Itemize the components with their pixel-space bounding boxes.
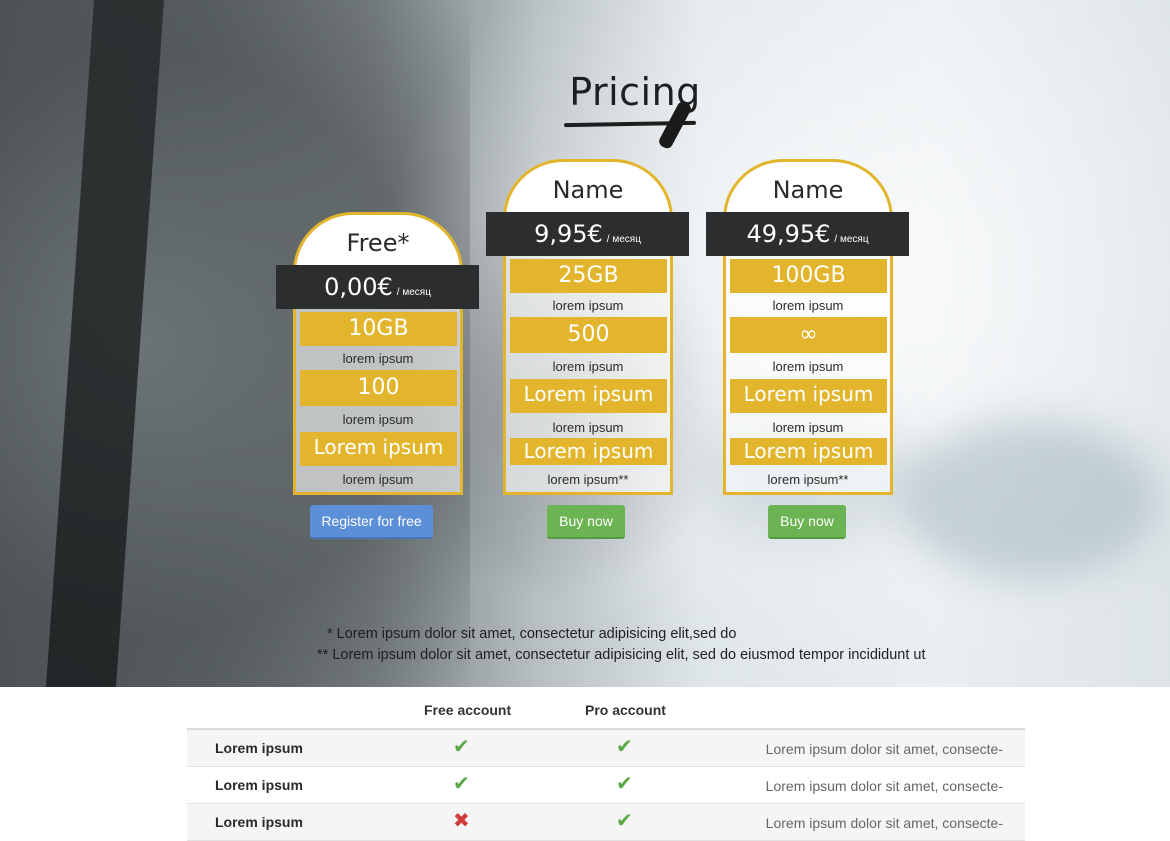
plan-period: / месяц bbox=[396, 287, 431, 298]
plan-price-bar: 0,00€ / месяц bbox=[276, 265, 479, 309]
check-icon: ✔ bbox=[616, 736, 633, 758]
register-button[interactable]: Register for free bbox=[310, 505, 433, 539]
plan-feature-value: ∞ bbox=[730, 317, 887, 353]
plan-feature-label: lorem ipsum bbox=[552, 420, 624, 435]
plan-feature-label: lorem ipsum bbox=[772, 298, 844, 313]
plan-price-bar: 49,95€ / месяц bbox=[706, 212, 909, 256]
footnotes: * Lorem ipsum dolor sit amet, consectetu… bbox=[317, 624, 926, 666]
plan-card-free: Free* 0,00€ / месяц 10GB lorem ipsum 100 … bbox=[276, 212, 479, 495]
row-label: Lorem ipsum bbox=[215, 814, 303, 830]
plan-feature-value: 25GB bbox=[510, 259, 667, 293]
plan-price: 0,00€ bbox=[324, 273, 393, 301]
footnote: ** Lorem ipsum dolor sit amet, consectet… bbox=[317, 647, 926, 663]
plan-feature-value: Lorem ipsum bbox=[300, 432, 457, 466]
table-row: Lorem ipsum ✖ ✔ Lorem ipsum dolor sit am… bbox=[187, 804, 1025, 841]
plan-feature-label: lorem ipsum** bbox=[547, 472, 629, 487]
plan-price: 49,95€ bbox=[746, 220, 831, 248]
plan-name: Name bbox=[772, 176, 844, 204]
column-header-free: Free account bbox=[424, 702, 512, 718]
row-description: Lorem ipsum dolor sit amet, consecte- bbox=[765, 815, 1003, 831]
plan-feature-value: 500 bbox=[510, 317, 667, 353]
table-row: Lorem ipsum ✔ ✔ Lorem ipsum dolor sit am… bbox=[187, 767, 1025, 804]
plan-feature-label: lorem ipsum bbox=[772, 359, 844, 374]
plan-period: / месяц bbox=[834, 234, 869, 245]
row-description: Lorem ipsum dolor sit amet, consecte- bbox=[765, 741, 1003, 757]
check-icon: ✔ bbox=[616, 773, 633, 795]
cross-icon: ✖ bbox=[453, 810, 470, 832]
plan-feature-value: 10GB bbox=[300, 312, 457, 346]
plan-feature-label: lorem ipsum bbox=[342, 412, 414, 427]
plan-feature-value: Lorem ipsum bbox=[730, 438, 887, 465]
plan-feature-value: Lorem ipsum bbox=[510, 438, 667, 465]
check-icon: ✔ bbox=[616, 810, 633, 832]
plan-feature-value: Lorem ipsum bbox=[510, 379, 667, 413]
plan-feature-label: lorem ipsum bbox=[772, 420, 844, 435]
plan-feature-label: lorem ipsum** bbox=[767, 472, 849, 487]
plan-feature-label: lorem ipsum bbox=[342, 472, 414, 487]
plan-card-standard: Name 9,95€ / месяц 25GB lorem ipsum 500 l… bbox=[486, 159, 689, 495]
table-row: Lorem ipsum ✔ ✔ Lorem ipsum dolor sit am… bbox=[187, 730, 1025, 767]
plan-feature-label: lorem ipsum bbox=[552, 298, 624, 313]
plan-price-bar: 9,95€ / месяц bbox=[486, 212, 689, 256]
plan-feature-value: 100GB bbox=[730, 259, 887, 293]
plan-feature-value: Lorem ipsum bbox=[730, 379, 887, 413]
plan-card-pro: Name 49,95€ / месяц 100GB lorem ipsum ∞ l… bbox=[706, 159, 909, 495]
plan-name: Name bbox=[552, 176, 624, 204]
plan-feature-label: lorem ipsum bbox=[552, 359, 624, 374]
plan-feature-value: 100 bbox=[300, 370, 457, 406]
buy-now-button[interactable]: Buy now bbox=[547, 505, 625, 539]
plan-price: 9,95€ bbox=[534, 220, 603, 248]
plan-name: Free* bbox=[346, 229, 410, 257]
plan-period: / месяц bbox=[606, 234, 641, 245]
buy-now-button[interactable]: Buy now bbox=[768, 505, 846, 539]
plan-feature-label: lorem ipsum bbox=[342, 351, 414, 366]
column-header-pro: Pro account bbox=[585, 702, 666, 718]
row-label: Lorem ipsum bbox=[215, 777, 303, 793]
comparison-table: Free account Pro account Lorem ipsum ✔ ✔… bbox=[187, 687, 1025, 841]
background-blur bbox=[900, 420, 1160, 580]
row-label: Lorem ipsum bbox=[215, 740, 303, 756]
check-icon: ✔ bbox=[453, 773, 470, 795]
check-icon: ✔ bbox=[453, 736, 470, 758]
footnote: * Lorem ipsum dolor sit amet, consectetu… bbox=[327, 626, 737, 642]
table-header: Free account Pro account bbox=[187, 687, 1025, 730]
row-description: Lorem ipsum dolor sit amet, consecte- bbox=[765, 778, 1003, 794]
